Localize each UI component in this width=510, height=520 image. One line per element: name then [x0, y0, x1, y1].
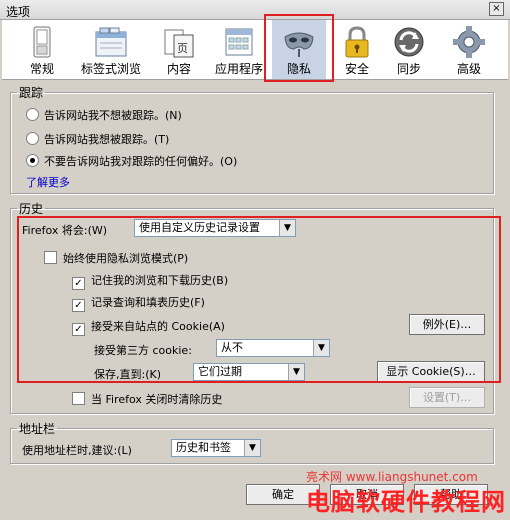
checkbox-checked[interactable]: ✓ [72, 299, 85, 312]
radio-button-selected[interactable] [26, 154, 39, 167]
third-party-cookie-select[interactable]: 从不 ▼ [216, 339, 330, 357]
history-mode-select[interactable]: 使用自定义历史记录设置 ▼ [134, 219, 296, 237]
keep-until-label: 保存,直到:(K) [94, 368, 161, 381]
chevron-down-icon: ▼ [313, 340, 329, 356]
tracking-option-no[interactable]: 告诉网站我不想被跟踪。(N) [26, 107, 182, 123]
gear-icon [453, 26, 485, 58]
tracking-option-no-preference[interactable]: 不要告诉网站我对跟踪的任何偏好。(O) [26, 153, 237, 169]
accept-cookies-checkbox[interactable]: ✓ 接受来自站点的 Cookie(A) [72, 318, 225, 336]
keep-until-select[interactable]: 它们过期 ▼ [193, 363, 305, 381]
tracking-option-yes[interactable]: 告诉网站我想被跟踪。(T) [26, 131, 169, 147]
switch-icon [33, 26, 51, 58]
tab-privacy[interactable]: 隐私 [272, 20, 326, 79]
learn-more-link[interactable]: 了解更多 [26, 174, 70, 190]
checkbox-checked[interactable]: ✓ [72, 323, 85, 336]
tracking-legend: 跟踪 [19, 86, 44, 100]
tab-security[interactable]: 安全 [336, 20, 378, 79]
chevron-down-icon: ▼ [244, 440, 260, 456]
private-mode-checkbox[interactable]: 始终使用隐私浏览模式(P) [44, 250, 188, 266]
remember-forms-checkbox[interactable]: ✓ 记录查询和填表历史(F) [72, 294, 205, 312]
padlock-icon [345, 26, 369, 58]
tab-applications[interactable]: 应用程序 [208, 20, 270, 79]
suggest-label: 使用地址栏时,建议:(L) [22, 444, 132, 457]
mask-icon [284, 32, 314, 57]
show-cookies-button[interactable]: 显示 Cookie(S)… [377, 361, 485, 382]
applications-icon [225, 28, 253, 56]
chevron-down-icon: ▼ [288, 364, 304, 380]
address-bar-legend: 地址栏 [19, 422, 56, 436]
close-button[interactable]: × [489, 2, 504, 16]
sync-icon [394, 27, 424, 57]
close-icon: × [492, 3, 501, 14]
clear-on-close-checkbox[interactable]: 当 Firefox 关闭时清除历史 [72, 391, 222, 407]
firefox-will-label: Firefox 将会:(W) [22, 224, 108, 237]
tab-tabbed-browsing[interactable]: 标签式浏览 [74, 20, 148, 79]
watermark-title: 电脑软硬件教程网 [306, 488, 506, 516]
chevron-down-icon: ▼ [279, 220, 295, 236]
radio-button[interactable] [26, 132, 39, 145]
tab-general[interactable]: 常规 [20, 20, 64, 79]
svg-text:页: 页 [177, 42, 188, 55]
checkbox-checked[interactable]: ✓ [72, 277, 85, 290]
checkbox[interactable] [44, 251, 57, 264]
radio-button[interactable] [26, 108, 39, 121]
page-icon: 页 [164, 29, 194, 58]
remember-history-checkbox[interactable]: ✓ 记住我的浏览和下载历史(B) [72, 272, 228, 290]
category-toolbar: 常规 标签式浏览 页 内容 应用程序 隐私 安全 同步 高级 [2, 20, 508, 80]
suggest-select[interactable]: 历史和书签 ▼ [171, 439, 261, 457]
tabs-window-icon [95, 27, 127, 57]
checkbox[interactable] [72, 392, 85, 405]
history-legend: 历史 [19, 202, 44, 216]
title-bar: 选项 × [0, 0, 510, 20]
window-title: 选项 [6, 5, 31, 19]
third-party-cookie-label: 接受第三方 cookie: [94, 344, 192, 357]
tab-sync[interactable]: 同步 [388, 20, 430, 79]
clear-settings-button[interactable]: 设置(T)… [409, 387, 485, 408]
exceptions-button[interactable]: 例外(E)… [409, 314, 485, 335]
tab-advanced[interactable]: 高级 [447, 20, 491, 79]
tab-content[interactable]: 页 内容 [157, 20, 201, 79]
